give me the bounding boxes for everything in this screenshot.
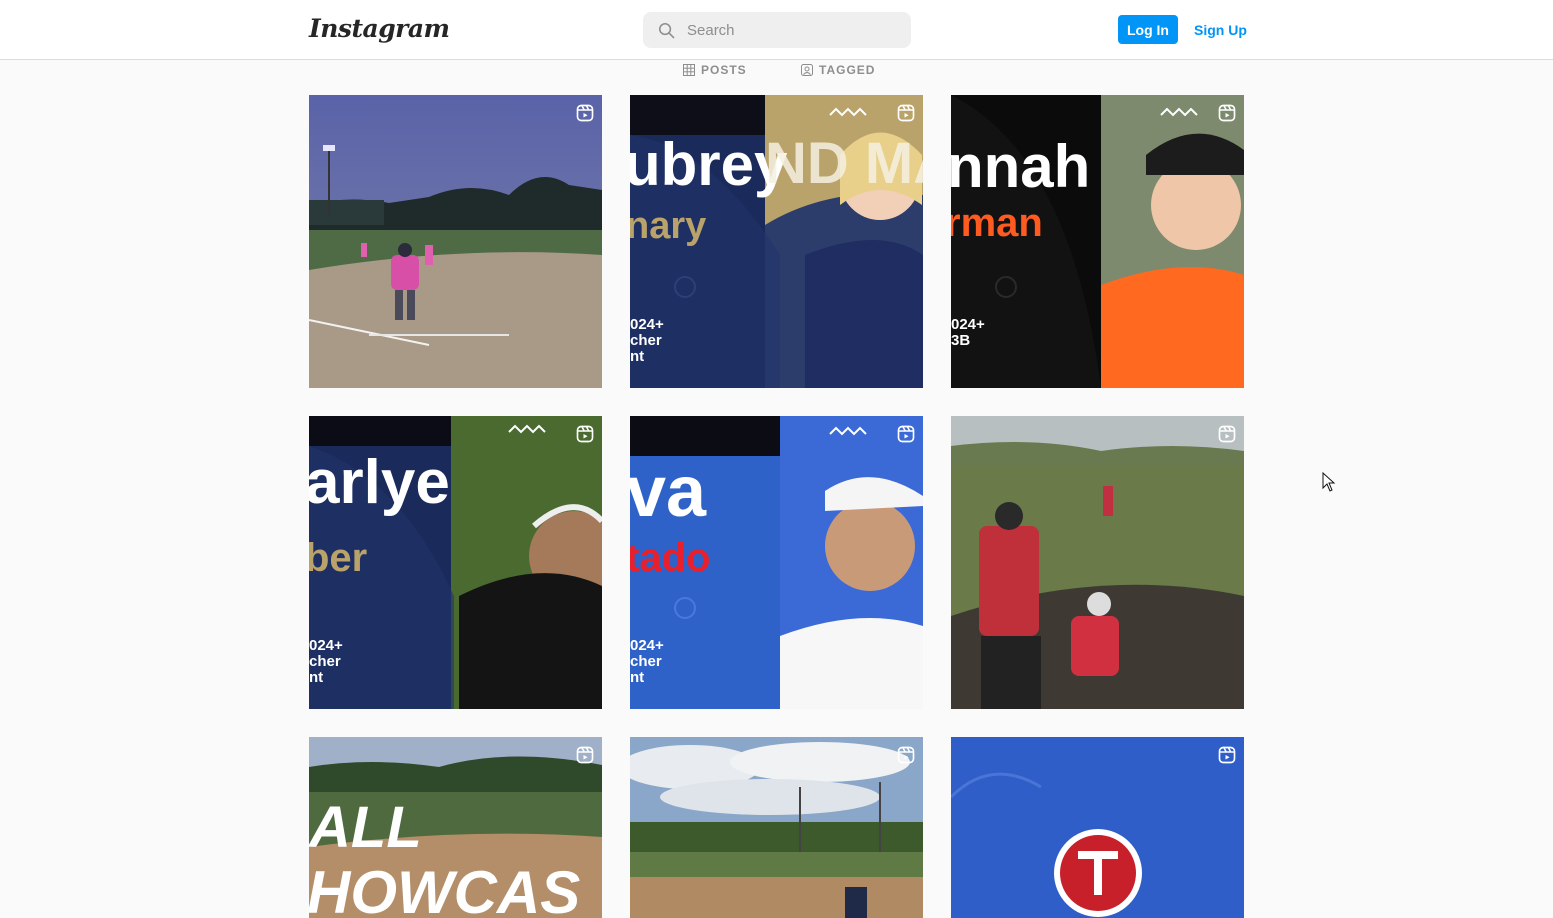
post-tile[interactable]: ubrey nary ND MA 024+ cher nt — [630, 95, 923, 388]
post-overlay-text: ND MA — [765, 131, 923, 196]
instagram-logo[interactable]: Instagram — [309, 14, 450, 43]
post-name-text: ALL — [309, 795, 422, 860]
tab-tagged[interactable]: TAGGED — [801, 63, 875, 77]
reel-icon — [576, 425, 594, 443]
top-navigation-bar: Instagram Log In Sign Up — [0, 0, 1553, 60]
reel-icon — [1218, 746, 1236, 764]
post-name-text: ubrey — [630, 131, 788, 198]
post-subname-text: ber — [309, 536, 368, 580]
reel-icon — [576, 104, 594, 122]
post-detail-text: 024+ cher nt — [309, 637, 343, 686]
post-tile[interactable] — [951, 416, 1244, 709]
profile-tabs: POSTS TAGGED — [0, 60, 1553, 80]
search-box[interactable] — [643, 12, 911, 48]
post-name-text: nnah — [951, 133, 1091, 200]
post-subname-text: rman — [951, 201, 1043, 245]
post-tile[interactable]: nnah rman 024+ 3B — [951, 95, 1244, 388]
post-thumbnail — [951, 737, 1244, 918]
reel-icon — [897, 425, 915, 443]
post-subname-text: nary — [630, 205, 707, 247]
reel-icon — [576, 746, 594, 764]
post-detail-text: 024+ 3B — [951, 316, 985, 349]
sign-up-link[interactable]: Sign Up — [1194, 22, 1247, 38]
tab-posts[interactable]: POSTS — [683, 63, 747, 77]
search-input[interactable] — [685, 20, 889, 40]
reel-icon — [1218, 425, 1236, 443]
tab-tagged-label: TAGGED — [819, 63, 876, 77]
tab-posts-label: POSTS — [701, 63, 747, 77]
post-tile[interactable]: arlye ber 024+ cher nt — [309, 416, 602, 709]
log-in-button[interactable]: Log In — [1118, 15, 1178, 44]
post-tile[interactable] — [309, 95, 602, 388]
tagged-icon — [801, 64, 813, 76]
reel-icon — [897, 746, 915, 764]
post-subname-text: tado — [630, 536, 711, 580]
reel-icon — [897, 104, 915, 122]
post-thumbnail — [309, 95, 602, 388]
search-icon — [658, 22, 675, 38]
post-tile[interactable] — [630, 737, 923, 918]
mouse-cursor-icon — [1322, 472, 1336, 492]
post-detail-text: 024+ cher nt — [630, 637, 664, 686]
post-subname-text: HOWCAS — [309, 859, 581, 918]
grid-icon — [683, 64, 695, 76]
post-tile[interactable]: va tado 024+ cher nt — [630, 416, 923, 709]
reel-icon — [1218, 104, 1236, 122]
post-name-text: arlye — [309, 448, 450, 517]
post-thumbnail — [630, 737, 923, 918]
post-thumbnail — [951, 416, 1244, 709]
post-name-text: va — [630, 452, 707, 532]
post-detail-text: 024+ cher nt — [630, 316, 664, 365]
post-tile[interactable] — [951, 737, 1244, 918]
post-tile[interactable]: ALL HOWCAS — [309, 737, 602, 918]
